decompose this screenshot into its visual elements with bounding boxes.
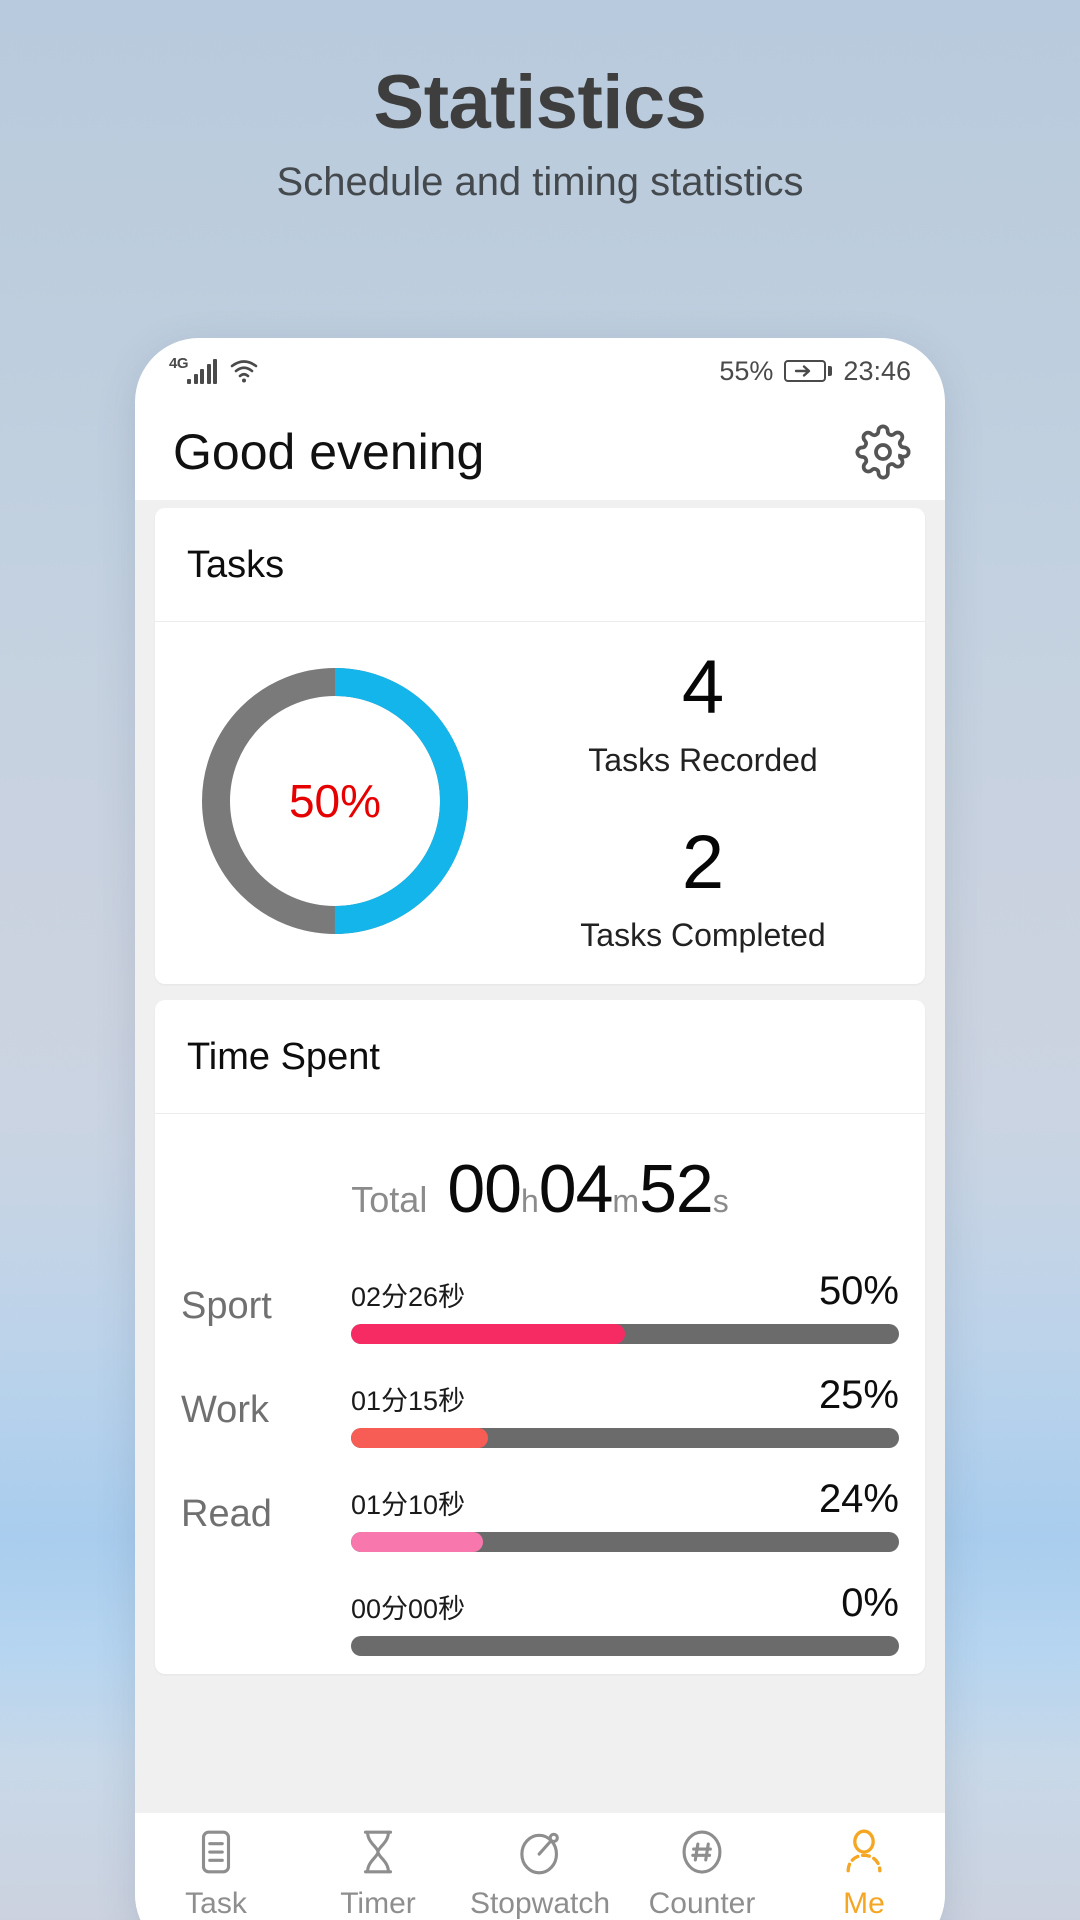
tasks-stats: 4 Tasks Recorded 2 Tasks Completed [505,648,915,954]
hourglass-icon [353,1827,403,1877]
time-spent-row: Sport 02分26秒 50% [155,1258,925,1362]
progress-track [351,1324,899,1345]
progress-fill [351,1324,625,1345]
tasks-recorded-value: 4 [681,645,725,730]
tab-stopwatch[interactable]: Stopwatch [459,1827,621,1920]
time-spent-card: Time Spent Total 00 h 04 m 52 s Sport 02分26秒 … [155,999,925,1674]
battery-charging-icon [784,360,833,382]
seconds-unit: s [712,1182,729,1219]
tasks-card-title: Tasks [155,508,925,622]
category-bar-area: 01分10秒 24% [351,1477,899,1553]
tab-task[interactable]: Task [135,1827,297,1920]
tasks-completed-label: Tasks Completed [580,916,826,953]
category-percent: 50% [818,1269,899,1314]
greeting-title: Good evening [173,424,485,480]
donut-center-label: 50% [288,774,382,827]
page-heading: Statistics Schedule and timing statistic… [0,0,1080,205]
category-duration: 01分10秒 [351,1490,466,1521]
category-percent: 24% [818,1477,899,1522]
tasks-completed-value: 2 [681,819,725,905]
page-subtitle: Schedule and timing statistics [276,160,804,205]
total-minutes: 04 [538,1150,614,1227]
person-icon [839,1827,889,1877]
time-spent-row: Work 01分15秒 25% [155,1362,925,1466]
total-time-row: Total 00 h 04 m 52 s [155,1114,925,1258]
status-bar-left: 4G [169,355,259,384]
category-duration: 02分26秒 [351,1282,466,1313]
tab-counter-label: Counter [648,1887,756,1920]
tasks-card-body: 50% 4 Tasks Recorded 2 Tasks Completed [155,622,925,984]
time-spent-row-clipped: 00分00秒 0% [155,1570,925,1674]
donut-chart-wrap: 50% [165,659,505,943]
progress-track [351,1636,899,1657]
phone-mockup: 4G 55% 23:46 Good evening Tasks 50% 4 Ta… [135,338,945,1920]
app-scroll-body[interactable]: Tasks 50% 4 Tasks Recorded 2 Tasks Compl… [135,500,945,1812]
category-name: Read [181,1493,272,1536]
category-bar-area: 01分15秒 25% [351,1373,899,1449]
tab-timer-label: Timer [340,1887,416,1920]
tab-stopwatch-label: Stopwatch [469,1887,611,1920]
category-percent: 25% [818,1373,899,1418]
clock-label: 23:46 [843,355,911,386]
stopwatch-icon [515,1827,565,1877]
progress-track [351,1428,899,1449]
hours-unit: h [520,1182,539,1219]
tasks-card: Tasks 50% 4 Tasks Recorded 2 Tasks Compl… [155,508,925,984]
category-bar-area: 00分00秒 0% [351,1581,899,1657]
minutes-unit: m [612,1182,640,1219]
tab-timer[interactable]: Timer [297,1827,459,1920]
progress-fill [351,1532,483,1553]
tab-task-label: Task [185,1887,247,1920]
category-name: Work [181,1389,269,1432]
tab-me[interactable]: Me [783,1827,945,1920]
total-hours: 00 [447,1150,522,1227]
stat-tasks-recorded: 4 Tasks Recorded [505,648,901,779]
battery-percent-label: 55% [719,355,774,386]
progress-track [351,1532,899,1553]
category-bar-area: 02分26秒 50% [351,1269,899,1345]
progress-fill [351,1428,488,1449]
total-seconds: 52 [639,1150,714,1227]
wifi-icon [229,358,259,384]
page-title: Statistics [373,60,707,145]
list-document-icon [191,1827,241,1877]
time-spent-row: Read 01分10秒 24% [155,1466,925,1570]
app-header: Good evening [135,404,945,500]
bottom-tab-bar: Task Timer Stopwatch Counter Me [135,1812,945,1920]
category-duration: 01分15秒 [351,1386,466,1417]
stat-tasks-completed: 2 Tasks Completed [505,819,901,954]
time-spent-card-title: Time Spent [155,1000,925,1114]
status-bar-right: 55% 23:46 [719,356,911,387]
tasks-donut-chart: 50% [193,659,477,943]
hash-circle-icon [677,1827,727,1877]
total-label: Total [351,1178,428,1220]
tab-counter[interactable]: Counter [621,1827,783,1920]
gear-icon[interactable] [855,424,911,480]
category-duration: 00分00秒 [351,1594,466,1625]
tasks-recorded-label: Tasks Recorded [588,741,818,778]
signal-bars-icon: 4G [169,355,217,384]
tab-me-label: Me [843,1887,885,1920]
category-percent: 0% [841,1581,899,1626]
status-bar: 4G 55% 23:46 [135,338,945,404]
category-name: Sport [181,1285,272,1328]
network-type-label: 4G [169,355,189,372]
